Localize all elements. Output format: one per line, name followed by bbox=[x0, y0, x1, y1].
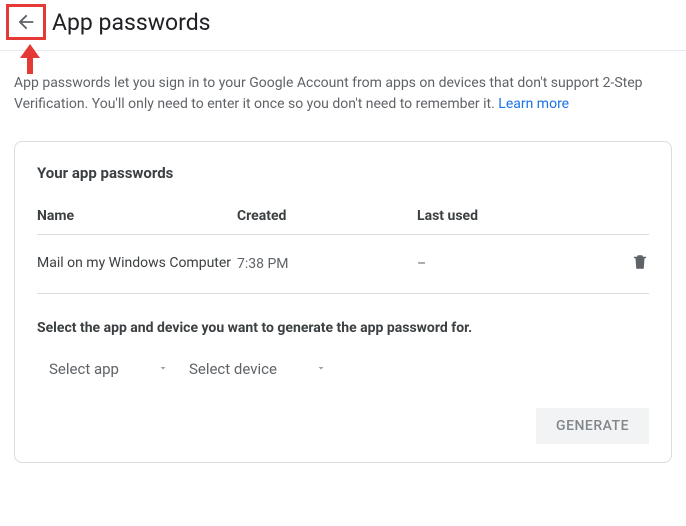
trash-icon[interactable] bbox=[631, 253, 649, 275]
card-title: Your app passwords bbox=[37, 164, 649, 182]
col-header-name: Name bbox=[37, 208, 237, 224]
chevron-down-icon bbox=[157, 360, 169, 378]
table-header: Name Created Last used bbox=[37, 208, 649, 235]
row-lastused: – bbox=[417, 256, 609, 272]
row-name: Mail on my Windows Computer bbox=[37, 254, 237, 274]
select-device-dropdown[interactable]: Select device bbox=[189, 356, 327, 382]
page-title: App passwords bbox=[52, 9, 211, 36]
selects-row: Select app Select device bbox=[37, 356, 649, 382]
select-app-dropdown[interactable]: Select app bbox=[49, 356, 169, 382]
chevron-down-icon bbox=[315, 360, 327, 378]
table-row: Mail on my Windows Computer 7:38 PM – bbox=[37, 235, 649, 294]
back-button-highlight bbox=[6, 4, 46, 40]
arrow-left-icon[interactable] bbox=[15, 11, 37, 33]
select-device-text: Select device bbox=[189, 360, 277, 378]
generate-button[interactable]: GENERATE bbox=[536, 408, 649, 444]
description: App passwords let you sign in to your Go… bbox=[0, 51, 686, 123]
select-label: Select the app and device you want to ge… bbox=[37, 320, 649, 336]
row-created: 7:38 PM bbox=[237, 256, 417, 272]
row-action bbox=[609, 253, 649, 275]
col-header-created: Created bbox=[237, 208, 417, 224]
select-app-text: Select app bbox=[49, 360, 119, 378]
annotation-arrow-icon bbox=[18, 44, 42, 74]
card-footer: GENERATE bbox=[37, 408, 649, 444]
col-header-lastused: Last used bbox=[417, 208, 609, 224]
learn-more-link[interactable]: Learn more bbox=[498, 96, 569, 112]
app-passwords-card: Your app passwords Name Created Last use… bbox=[14, 141, 672, 463]
page-header: App passwords bbox=[0, 0, 686, 51]
